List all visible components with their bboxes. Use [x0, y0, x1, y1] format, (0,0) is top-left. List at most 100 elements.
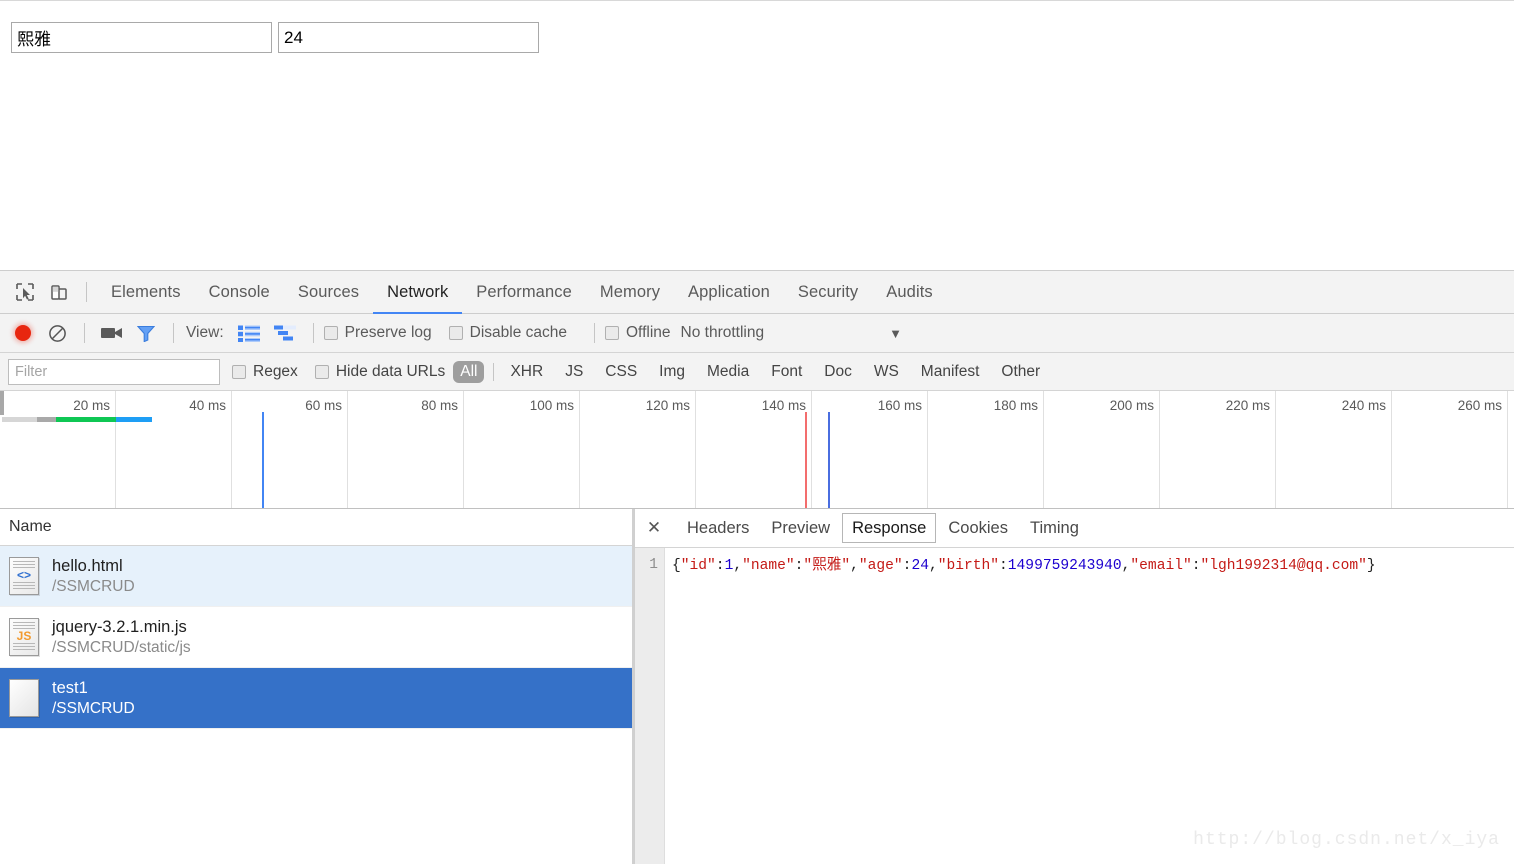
request-path: /SSMCRUD: [52, 577, 135, 595]
timeline-ruler: 20 ms 40 ms 60 ms 80 ms 100 ms 120 ms 140 ms 16…: [0, 391, 1514, 508]
tab-security[interactable]: Security: [784, 271, 872, 313]
tab-memory[interactable]: Memory: [586, 271, 674, 313]
waterfall-segment: [37, 417, 56, 422]
type-filter-js[interactable]: JS: [558, 361, 590, 383]
response-code-line[interactable]: {"id":1,"name":"熙雅","age":24,"birth":149…: [665, 548, 1514, 864]
timeline-tick-label: 60 ms: [305, 398, 342, 413]
timeline-tick-label: 20 ms: [73, 398, 110, 413]
tab-network[interactable]: Network: [373, 271, 463, 314]
blank-document-icon: [9, 679, 39, 717]
request-row-test1[interactable]: test1 /SSMCRUD: [0, 668, 632, 729]
tab-label: Network: [387, 282, 449, 301]
timeline-tick: 120 ms: [580, 391, 696, 508]
browser-page-viewport: [0, 0, 1514, 270]
timeline-tick-label: 140 ms: [761, 398, 806, 413]
form-inputs-row: [11, 22, 539, 53]
timeline-tick: 40 ms: [116, 391, 232, 508]
detail-tab-headers[interactable]: Headers: [677, 513, 759, 543]
close-icon[interactable]: ✕: [643, 517, 665, 539]
timeline-left-edge-handle[interactable]: [0, 391, 4, 415]
detail-tab-response[interactable]: Response: [842, 513, 937, 543]
timeline-tick: 220 ms: [1160, 391, 1276, 508]
detail-tab-cookies[interactable]: Cookies: [938, 513, 1018, 543]
type-filter-manifest[interactable]: Manifest: [914, 361, 987, 383]
tab-label: Headers: [687, 518, 750, 537]
filter-input[interactable]: [8, 358, 220, 385]
list-view-icon[interactable]: [237, 325, 260, 342]
disable-cache-label: Disable cache: [469, 324, 567, 341]
name-field[interactable]: [11, 22, 272, 53]
waterfall-segment: [56, 417, 116, 422]
toolbar-divider-3: [312, 323, 314, 343]
json-token-key: "birth": [937, 558, 1000, 574]
type-filter-doc[interactable]: Doc: [817, 361, 859, 383]
tab-elements[interactable]: Elements: [97, 271, 195, 313]
tab-audits[interactable]: Audits: [872, 271, 946, 313]
request-row-jquery[interactable]: JS jquery-3.2.1.min.js /SSMCRUD/static/j…: [0, 607, 632, 668]
type-filter-img[interactable]: Img: [652, 361, 692, 383]
tab-label: Preview: [771, 518, 831, 537]
column-header-name: Name: [9, 518, 52, 535]
tab-label: Elements: [111, 282, 181, 301]
tab-sources[interactable]: Sources: [284, 271, 373, 313]
toolbar-divider-1: [84, 323, 85, 343]
chevron-down-icon[interactable]: ▼: [889, 326, 902, 341]
tab-label: Application: [688, 282, 770, 301]
devtools-tabbar: Elements Console Sources Network Perform…: [0, 271, 1514, 314]
selection-marker-line: [262, 412, 264, 508]
timeline-tick: 180 ms: [928, 391, 1044, 508]
throttling-select[interactable]: No throttling: [681, 324, 765, 342]
type-filter-font[interactable]: Font: [764, 361, 809, 383]
funnel-icon: [137, 325, 155, 342]
tab-label: Audits: [886, 282, 933, 301]
timeline-tick: 200 ms: [1044, 391, 1160, 508]
detail-tab-preview[interactable]: Preview: [761, 513, 840, 543]
preserve-log-label: Preserve log: [344, 324, 432, 341]
age-field[interactable]: [278, 22, 539, 53]
timeline-tick: 80 ms: [348, 391, 464, 508]
tab-application[interactable]: Application: [674, 271, 784, 313]
type-filter-ws[interactable]: WS: [867, 361, 906, 383]
type-filter-xhr[interactable]: XHR: [503, 361, 550, 383]
checkbox-box: [448, 326, 463, 340]
request-name: hello.html: [52, 556, 123, 575]
hide-data-urls-checkbox[interactable]: Hide data URLs: [314, 362, 446, 381]
timeline-tick: 260 ms: [1392, 391, 1508, 508]
detail-tab-timing[interactable]: Timing: [1020, 513, 1089, 543]
json-token-str: "熙雅": [803, 558, 851, 574]
record-button[interactable]: [6, 315, 40, 351]
timeline-tick-label: 220 ms: [1225, 398, 1270, 413]
json-token-punc: ,: [928, 558, 938, 574]
type-filter-all[interactable]: All: [453, 360, 485, 383]
json-token-punc: :: [1191, 558, 1201, 574]
json-token-punc: :: [715, 558, 725, 574]
waterfall-view-icon[interactable]: [273, 325, 296, 342]
hide-data-urls-label: Hide data URLs: [335, 362, 446, 380]
offline-checkbox[interactable]: Offline: [605, 324, 671, 342]
device-toolbar-toggle-icon[interactable]: [42, 274, 76, 310]
json-token-punc: {: [672, 558, 681, 574]
regex-checkbox[interactable]: Regex: [232, 363, 298, 381]
preserve-log-checkbox[interactable]: Preserve log: [323, 324, 432, 342]
clear-button[interactable]: [40, 315, 74, 351]
inspect-element-icon[interactable]: [8, 274, 42, 310]
type-filter-media[interactable]: Media: [700, 361, 756, 383]
detail-tabbar: ✕ Headers Preview Response Cookies Timin…: [635, 509, 1514, 548]
tab-label: Performance: [476, 282, 572, 301]
capture-screenshots-button[interactable]: [95, 315, 129, 351]
waterfall-segment: [116, 417, 152, 422]
regex-label: Regex: [253, 362, 298, 380]
json-token-key: "email": [1130, 558, 1192, 574]
filter-toggle-button[interactable]: [129, 315, 163, 351]
record-dot-icon: [15, 325, 31, 341]
tab-console[interactable]: Console: [195, 271, 284, 313]
json-token-num: 1499759243940: [1007, 558, 1122, 574]
camera-icon: [101, 328, 122, 338]
checkbox-box: [314, 364, 329, 379]
tab-performance[interactable]: Performance: [462, 271, 586, 313]
network-overview-timeline[interactable]: 20 ms 40 ms 60 ms 80 ms 100 ms 120 ms 140 ms 16…: [0, 391, 1514, 509]
type-filter-other[interactable]: Other: [994, 361, 1047, 383]
type-filter-css[interactable]: CSS: [598, 361, 644, 383]
disable-cache-checkbox[interactable]: Disable cache: [448, 324, 567, 342]
request-row-hello-html[interactable]: <> hello.html /SSMCRUD: [0, 546, 632, 607]
